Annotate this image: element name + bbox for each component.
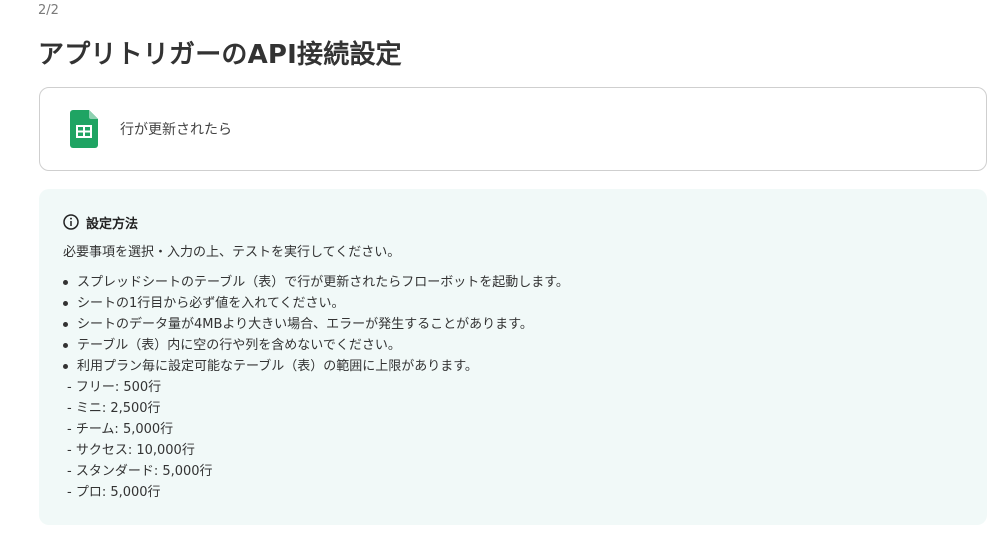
instructions-heading: 設定方法 xyxy=(63,213,963,232)
page-title: アプリトリガーのAPI接続設定 xyxy=(38,40,402,70)
instructions-list: スプレッドシートのテーブル（表）で行が更新されたらフローボットを起動します。 シ… xyxy=(63,272,963,377)
instructions-intro: 必要事項を選択・入力の上、テストを実行してください。 xyxy=(63,245,401,260)
list-item: シートの1行目から必ず値を入れてください。 xyxy=(63,293,963,314)
trigger-label: 行が更新されたら xyxy=(120,122,232,138)
google-sheets-icon xyxy=(70,110,98,148)
list-item: スプレッドシートのテーブル（表）で行が更新されたらフローボットを起動します。 xyxy=(63,272,963,293)
plan-limit-pro: - プロ: 5,000行 xyxy=(67,485,161,500)
info-circle-icon xyxy=(63,214,79,230)
plan-limits-list: - フリー: 500行 - ミニ: 2,500行 - チーム: 5,000行 -… xyxy=(67,377,963,503)
plan-limit-team: - チーム: 5,000行 xyxy=(67,422,174,437)
plan-limit-mini: - ミニ: 2,500行 xyxy=(67,401,161,416)
list-item: シートのデータ量が4MBより大きい場合、エラーが発生することがあります。 xyxy=(63,314,963,335)
plan-limit-standard: - スタンダード: 5,000行 xyxy=(67,464,213,479)
trigger-card[interactable]: 行が更新されたら xyxy=(39,87,987,171)
list-item: 利用プラン毎に設定可能なテーブル（表）の範囲に上限があります。 xyxy=(63,356,963,377)
plan-limit-free: - フリー: 500行 xyxy=(67,380,162,395)
step-indicator: 2/2 xyxy=(38,3,59,18)
instructions-heading-label: 設定方法 xyxy=(86,216,139,232)
plan-limit-success: - サクセス: 10,000行 xyxy=(67,443,195,458)
setup-instructions-box: 設定方法 必要事項を選択・入力の上、テストを実行してください。 スプレッドシート… xyxy=(39,189,987,525)
list-item: テーブル（表）内に空の行や列を含めないでください。 xyxy=(63,335,963,356)
